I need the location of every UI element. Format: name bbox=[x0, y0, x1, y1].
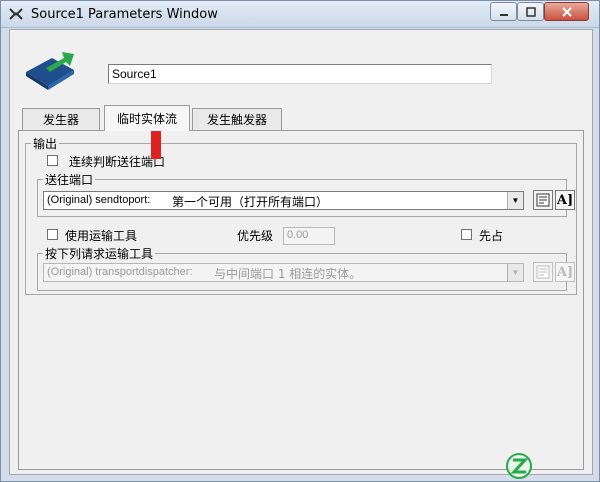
parameters-window: Source1 Parameters Window 发生器 临时实体流 发生触发… bbox=[0, 0, 600, 482]
tab-label: 临时实体流 bbox=[116, 112, 177, 126]
output-group-label: 输出 bbox=[31, 135, 60, 152]
minimize-icon bbox=[499, 13, 508, 16]
template-text-icon: A] bbox=[556, 192, 574, 208]
tab-panel: 输出 连续判断送往端口 送往端口 (Original) sendtoport: … bbox=[18, 130, 584, 470]
template-text-icon: A] bbox=[556, 264, 574, 280]
continuous-evaluate-checkbox[interactable] bbox=[47, 155, 58, 166]
priority-label: 优先级 bbox=[237, 229, 274, 243]
request-transport-dropdown[interactable]: (Original) transportdispatcher: 与中间端口 1 … bbox=[43, 263, 524, 282]
tab-source-triggers[interactable]: 发生触发器 bbox=[192, 108, 282, 130]
send-to-port-prefix: (Original) sendtoport: bbox=[47, 194, 151, 206]
minimize-button[interactable] bbox=[490, 2, 517, 21]
maximize-icon bbox=[525, 6, 536, 17]
request-transport-label: 按下列请求运输工具 bbox=[43, 245, 156, 262]
code-edit-button[interactable] bbox=[533, 190, 553, 210]
window-title: Source1 Parameters Window bbox=[31, 7, 218, 22]
source-object-icon bbox=[26, 52, 74, 90]
template-text-button-disabled[interactable]: A] bbox=[555, 262, 575, 282]
use-transport-checkbox[interactable] bbox=[47, 229, 58, 240]
use-transport-label: 使用运输工具 bbox=[65, 229, 138, 243]
window-client: 发生器 临时实体流 发生触发器 输出 连续判断送往端口 送往端口 (Origin… bbox=[9, 29, 593, 475]
tab-label: 发生器 bbox=[42, 113, 79, 127]
tab-source[interactable]: 发生器 bbox=[22, 108, 100, 130]
dropdown-arrow-icon[interactable]: ▼ bbox=[507, 264, 523, 281]
maximize-button[interactable] bbox=[517, 2, 544, 21]
request-transport-prefix: (Original) transportdispatcher: bbox=[47, 266, 193, 278]
send-to-port-dropdown[interactable]: (Original) sendtoport: 第一个可用（打开所有端口） ▼ bbox=[43, 191, 524, 210]
object-name-input[interactable] bbox=[108, 64, 492, 84]
send-to-port-value: 第一个可用（打开所有端口） bbox=[172, 195, 329, 209]
flexsim-icon bbox=[9, 8, 23, 20]
dropdown-arrow-icon[interactable]: ▼ bbox=[507, 192, 523, 209]
preempt-label: 先占 bbox=[479, 229, 504, 243]
send-to-port-label: 送往端口 bbox=[43, 171, 96, 188]
tab-label: 发生触发器 bbox=[206, 113, 267, 127]
close-icon bbox=[561, 6, 572, 17]
code-edit-icon bbox=[536, 193, 550, 207]
template-text-button[interactable]: A] bbox=[555, 190, 575, 210]
code-edit-button-disabled[interactable] bbox=[533, 262, 553, 282]
close-button[interactable] bbox=[544, 2, 589, 21]
code-edit-icon bbox=[536, 265, 550, 279]
priority-input[interactable]: 0.00 bbox=[283, 227, 335, 245]
title-bar[interactable]: Source1 Parameters Window bbox=[1, 1, 599, 28]
request-transport-value: 与中间端口 1 相连的实体。 bbox=[214, 267, 362, 281]
tab-flowitem-flow[interactable]: 临时实体流 bbox=[104, 105, 190, 131]
preempt-checkbox[interactable] bbox=[461, 229, 472, 240]
z-logo-watermark-icon bbox=[506, 453, 532, 479]
